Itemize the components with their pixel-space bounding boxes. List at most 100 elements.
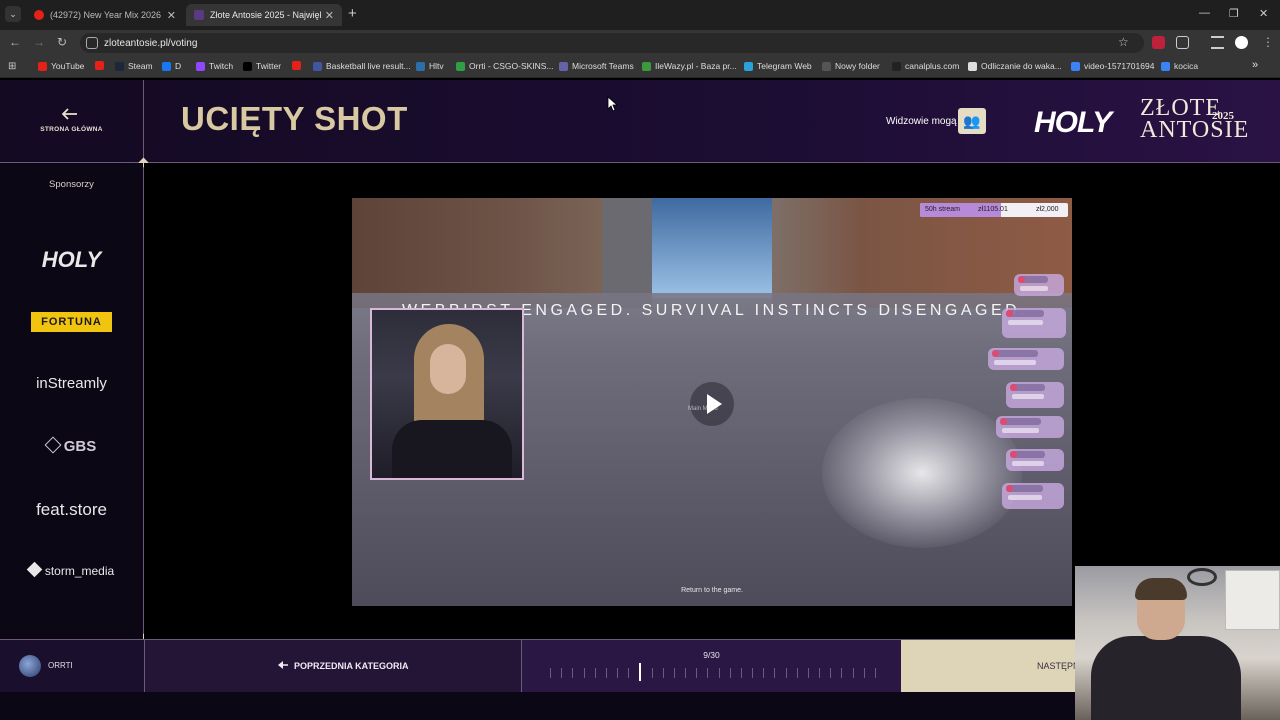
bookmark-item[interactable]: Orrti - CSGO-SKINS...: [456, 61, 554, 71]
logo-antosie-text: ANTOSIE: [1140, 117, 1250, 143]
close-window-icon[interactable]: ✕: [1259, 7, 1268, 20]
bookmark-favicon-icon: [416, 61, 425, 71]
chat-message: [988, 348, 1064, 370]
browser-toolbar: ← → ↻ zloteantosie.pl/voting ☆ ⋮: [0, 30, 1280, 56]
progress-tick: [605, 668, 607, 678]
bookmark-label: Twitch: [209, 61, 234, 71]
chat-message-header: [992, 350, 1038, 357]
progress-tick: [662, 668, 664, 678]
back-arrow-icon[interactable]: [62, 108, 78, 120]
chat-message-header: [1006, 310, 1045, 317]
restore-icon[interactable]: ❐: [1229, 7, 1239, 20]
progress-tick: [617, 668, 619, 678]
bookmark-favicon-icon: [559, 61, 568, 71]
chat-message: [1002, 308, 1066, 338]
bookmark-item[interactable]: D: [162, 61, 181, 71]
sponsor-holy[interactable]: HOLY: [0, 247, 143, 273]
close-tab-icon[interactable]: ✕: [167, 9, 176, 22]
close-tab-icon[interactable]: ✕: [325, 9, 334, 22]
viewers-group-button[interactable]: 👥: [958, 108, 986, 134]
bookmark-item[interactable]: Telegram Web: [744, 61, 812, 71]
tab-search-button[interactable]: ⌄: [5, 6, 21, 22]
bookmark-item[interactable]: [95, 61, 108, 70]
bookmark-item[interactable]: Steam: [115, 61, 153, 71]
progress-tick: [572, 668, 574, 678]
video-scene-light-glow: [822, 398, 1022, 548]
nominee-video-player[interactable]: WEBBIRST ENGAGED. SURVIVAL INSTINCTS DIS…: [352, 198, 1072, 606]
tab-youtube[interactable]: (42972) New Year Mix 2026 | Th ✕: [26, 4, 184, 26]
logo-year: 2025: [1212, 110, 1234, 122]
site-info-icon[interactable]: [86, 37, 98, 49]
chat-message: [1006, 382, 1064, 408]
tab-zlote-antosie[interactable]: Złote Antosie 2025 - Największ ✕: [186, 4, 342, 26]
minimize-icon[interactable]: —: [1199, 7, 1210, 19]
extension-icon[interactable]: [1152, 36, 1165, 49]
sponsor-stormmedia[interactable]: storm_media: [0, 561, 143, 578]
home-link[interactable]: STRONA GŁÓWNA: [0, 126, 143, 133]
bookmark-item[interactable]: Twitch: [196, 61, 233, 71]
chat-message: [1006, 449, 1064, 471]
bookmarks-bar: ⊞ YouTube Steam D Twitch Twitter Basketball l…: [0, 56, 1280, 78]
bookmark-item[interactable]: Basketball live result...: [313, 61, 411, 71]
bookmark-item[interactable]: kocica: [1161, 61, 1198, 71]
more-bookmarks-icon[interactable]: »: [1252, 59, 1258, 71]
bookmark-star-icon[interactable]: ☆: [1118, 35, 1129, 49]
progress-tick-current: [639, 663, 642, 681]
bookmark-item[interactable]: YouTube: [38, 61, 84, 71]
bookmark-item[interactable]: canalplus.com: [892, 61, 959, 71]
reload-icon[interactable]: ↻: [57, 35, 67, 49]
chat-message-text: [1008, 495, 1043, 500]
sponsor-instreamly[interactable]: inStreamly: [0, 375, 143, 392]
progress-tick: [550, 668, 551, 678]
play-button-icon[interactable]: [690, 382, 734, 426]
bookmark-item[interactable]: video-1571701694: [1071, 61, 1154, 71]
user-name[interactable]: ORRTI: [48, 661, 73, 670]
progress-tick: [718, 668, 720, 678]
progress-tick: [740, 668, 742, 678]
sponsor-gbs[interactable]: GBS: [0, 436, 143, 455]
progress-tick: [774, 668, 776, 678]
bookmark-item[interactable]: Odliczanie do waka...: [968, 61, 1062, 71]
previous-category-button[interactable]: POPRZEDNIA KATEGORIA: [144, 640, 522, 692]
progress-tick: [841, 668, 843, 678]
bookmark-favicon-icon: [196, 61, 205, 71]
bookmark-item[interactable]: Hltv: [416, 61, 444, 71]
menu-kebab-icon[interactable]: ⋮: [1262, 35, 1274, 49]
arrow-left-icon: [278, 661, 288, 669]
tab-title: Złote Antosie 2025 - Największ: [210, 10, 321, 20]
user-avatar[interactable]: [19, 655, 41, 677]
chat-message-text: [1012, 394, 1044, 399]
bookmark-item[interactable]: IleWazy.pl - Baza pr...: [642, 61, 737, 71]
bookmark-item[interactable]: Microsoft Teams: [559, 61, 634, 71]
viewers-can-label: Widzowie mogą: [886, 116, 957, 127]
bookmark-item[interactable]: [292, 61, 305, 70]
bookmark-favicon-icon: [642, 61, 651, 71]
bookmark-label: Steam: [128, 61, 153, 71]
zlote-antosie-favicon-icon: [194, 10, 204, 20]
video-scene-building-mid: [602, 198, 652, 308]
address-bar[interactable]: [80, 33, 1144, 53]
chat-message-text: [1002, 428, 1040, 433]
bookmark-favicon-icon: [38, 61, 47, 71]
streamer-webcam-overlay: [1075, 566, 1280, 720]
back-icon[interactable]: ←: [9, 35, 21, 49]
bookmark-label: Nowy folder: [835, 61, 880, 71]
profile-avatar-icon[interactable]: [1235, 36, 1248, 49]
bookmark-item[interactable]: Twitter: [243, 61, 281, 71]
chat-message-header: [1018, 276, 1048, 283]
new-tab-button[interactable]: +: [348, 5, 357, 22]
media-control-icon[interactable]: [1211, 36, 1224, 49]
bookmark-favicon-icon: [822, 61, 831, 71]
url-text[interactable]: zloteantosie.pl/voting: [104, 38, 197, 49]
bookmark-item[interactable]: Nowy folder: [822, 61, 880, 71]
apps-grid-icon[interactable]: ⊞: [8, 61, 16, 72]
youtube-favicon-icon: [34, 10, 44, 20]
extensions-puzzle-icon[interactable]: [1176, 36, 1189, 49]
group-users-icon: 👥: [963, 113, 981, 129]
bookmark-label: YouTube: [51, 61, 85, 71]
sponsor-fortuna[interactable]: FORTUNA: [0, 312, 143, 332]
webcam-wall-clock: [1187, 568, 1217, 586]
forward-icon[interactable]: →: [33, 35, 45, 49]
sponsor-featstore[interactable]: feat.store: [0, 500, 143, 520]
progress-tick: [796, 668, 798, 678]
